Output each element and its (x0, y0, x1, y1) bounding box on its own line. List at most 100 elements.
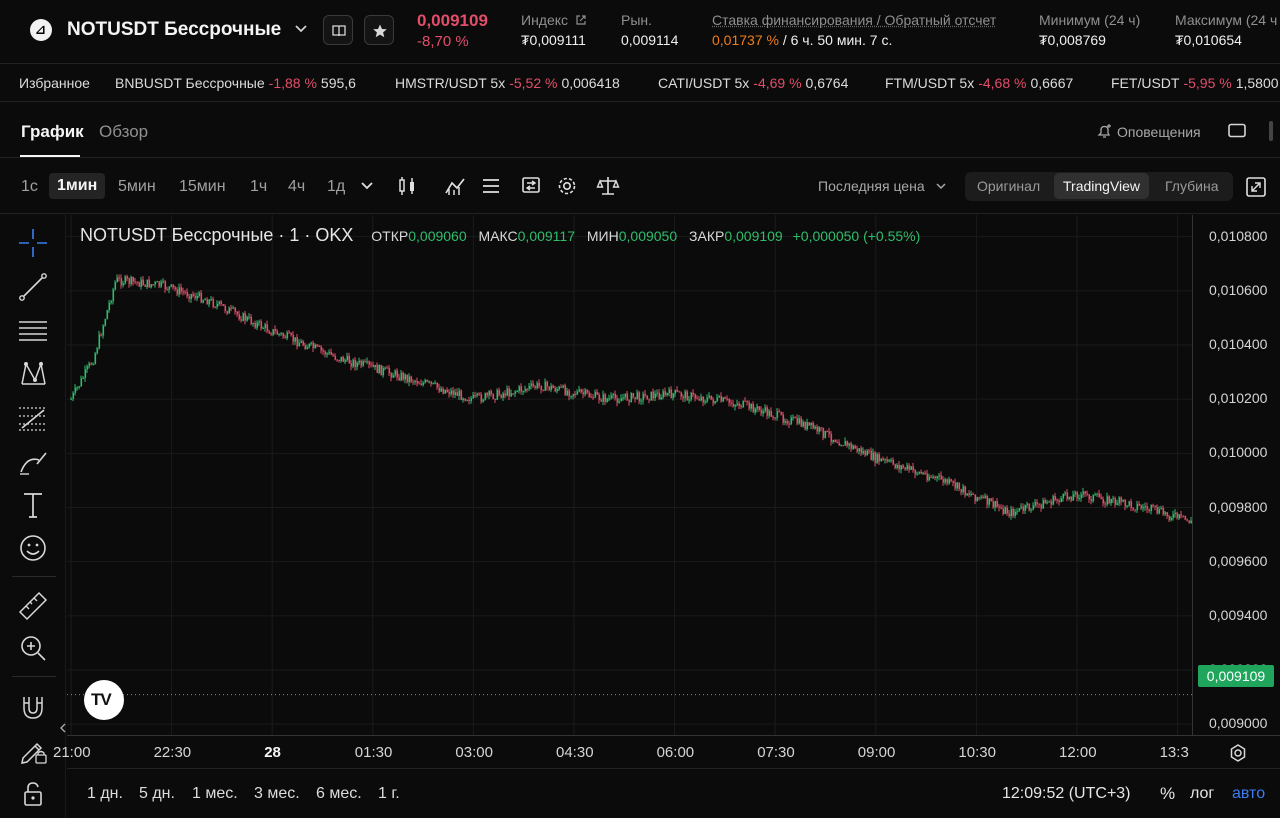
candles-icon[interactable] (397, 175, 417, 197)
candle-body (960, 489, 963, 493)
candle-body (956, 482, 959, 489)
text-tool-icon[interactable] (17, 489, 49, 521)
candle-body (666, 393, 669, 396)
zoom-in-icon[interactable] (17, 632, 49, 664)
range-5d[interactable]: 5 дн. (139, 785, 175, 803)
candle-body (864, 451, 867, 456)
list-settings-icon[interactable] (480, 175, 502, 197)
candle-body (998, 506, 1001, 508)
candle-body (788, 423, 791, 425)
candle-body (908, 465, 911, 470)
timeframe-15m[interactable]: 15мин (179, 178, 226, 196)
horizontal-lines-icon[interactable] (17, 314, 49, 346)
collapse-toolbar-icon[interactable] (59, 722, 67, 734)
fib-retracement-icon[interactable] (17, 402, 49, 434)
range-1m[interactable]: 1 мес. (192, 785, 238, 803)
candle-body (502, 393, 505, 398)
timeframe-1s[interactable]: 1с (21, 178, 38, 196)
scales-icon[interactable] (596, 175, 620, 197)
stat-value: ₮0,010654 (1175, 32, 1242, 48)
timeframe-1h[interactable]: 1ч (250, 178, 267, 196)
price-axis[interactable]: 0,010800 0,010600 0,010400 0,010200 0,010000… (1192, 215, 1280, 735)
candle-body (894, 464, 897, 469)
fullscreen-icon[interactable] (1245, 176, 1267, 198)
candle-body (734, 405, 737, 407)
timeframe-1m[interactable]: 1мин (49, 173, 106, 199)
panel-scroll-handle[interactable] (1269, 121, 1273, 141)
view-depth[interactable]: Глубина (1165, 178, 1218, 194)
view-original[interactable]: Оригинал (977, 178, 1040, 194)
trend-line-icon[interactable] (17, 271, 49, 303)
lock-icon[interactable] (17, 778, 49, 810)
legend-close: 0,009109 (724, 228, 783, 244)
chart-clock[interactable]: 12:09:52 (UTC+3) (1002, 785, 1131, 803)
candle-body (1182, 515, 1185, 517)
ruler-icon[interactable] (17, 590, 49, 622)
log-scale-toggle[interactable]: лог (1190, 785, 1214, 803)
candle-body (1048, 501, 1051, 503)
crosshair-icon[interactable] (17, 227, 49, 259)
candle-body (424, 380, 427, 383)
candle-body (104, 319, 107, 326)
range-1d[interactable]: 1 дн. (87, 785, 123, 803)
tradingview-logo[interactable]: TV (84, 680, 124, 720)
auto-scale-toggle[interactable]: авто (1232, 785, 1265, 803)
compare-icon[interactable] (520, 175, 542, 197)
axis-settings-icon[interactable] (1228, 743, 1248, 763)
candle-body (918, 471, 921, 474)
tab-chart[interactable]: График (21, 122, 84, 142)
chevron-down-icon[interactable] (360, 180, 374, 192)
candle-body (746, 401, 749, 403)
tab-overview[interactable]: Обзор (99, 122, 148, 142)
pattern-icon[interactable] (17, 358, 49, 390)
timeframe-5m[interactable]: 5мин (118, 178, 156, 196)
magnet-icon[interactable] (17, 691, 49, 723)
range-3m[interactable]: 3 мес. (254, 785, 300, 803)
timeframe-4h[interactable]: 4ч (288, 178, 305, 196)
candle-body (214, 306, 217, 308)
info-book-button[interactable] (323, 15, 353, 45)
candle-body (446, 389, 449, 393)
candle-body (968, 493, 971, 495)
ticker-item[interactable]: HMSTR/USDT 5x -5,52 % 0,006418 (395, 75, 620, 91)
layout-icon[interactable] (1228, 123, 1246, 139)
candle-body (656, 392, 659, 394)
candle-body (380, 364, 383, 376)
brush-icon[interactable] (17, 446, 49, 478)
favorites-label[interactable]: Избранное (19, 75, 90, 91)
timeframe-1d[interactable]: 1д (327, 178, 345, 196)
funding-rate: 0,01737 % (712, 32, 779, 48)
percent-scale-toggle[interactable]: % (1160, 784, 1175, 804)
time-axis[interactable]: 21:00 22:30 28 01:30 03:00 04:30 06:00 07:30 09:… (53, 735, 1280, 767)
chevron-down-icon[interactable] (294, 22, 308, 36)
ticker-item[interactable]: CATI/USDT 5x -4,69 % 0,6764 (658, 75, 848, 91)
stat-label[interactable]: Ставка финансирования / Обратный отсчет (712, 12, 996, 28)
range-1y[interactable]: 1 г. (378, 785, 400, 803)
price-chart[interactable] (67, 215, 1192, 735)
candle-body (614, 393, 617, 399)
candle-body (936, 476, 939, 479)
candle-body (714, 401, 717, 404)
price-type-select[interactable]: Последняя цена (818, 178, 947, 194)
external-link-icon[interactable] (575, 14, 587, 26)
candle-body (696, 398, 699, 400)
candle-body (282, 333, 285, 337)
favorite-button[interactable] (364, 15, 394, 45)
alerts-button[interactable]: Оповещения (1096, 123, 1201, 140)
view-tradingview[interactable]: TradingView (1054, 173, 1150, 199)
candle-body (284, 336, 287, 339)
ticker-item[interactable]: FET/USDT -5,95 % 1,5800 (1111, 75, 1279, 91)
range-6m[interactable]: 6 мес. (316, 785, 362, 803)
emoji-icon[interactable] (17, 532, 49, 564)
gear-icon[interactable] (556, 175, 578, 197)
ticker-item[interactable]: FTM/USDT 5x -4,68 % 0,6667 (885, 75, 1073, 91)
ticker-item[interactable]: BNBUSDT Бессрочные -1,88 % 595,6 (115, 75, 356, 91)
candle-body (98, 334, 101, 349)
indicators-icon[interactable] (444, 175, 466, 197)
candle-body (932, 476, 935, 478)
stat-index[interactable]: Индекс ₮0,009111 (521, 12, 587, 48)
lock-drawing-icon[interactable] (17, 734, 49, 766)
candle-body (124, 276, 127, 284)
candle-body (528, 385, 531, 390)
pair-title[interactable]: NOTUSDT Бессрочные (67, 19, 281, 41)
